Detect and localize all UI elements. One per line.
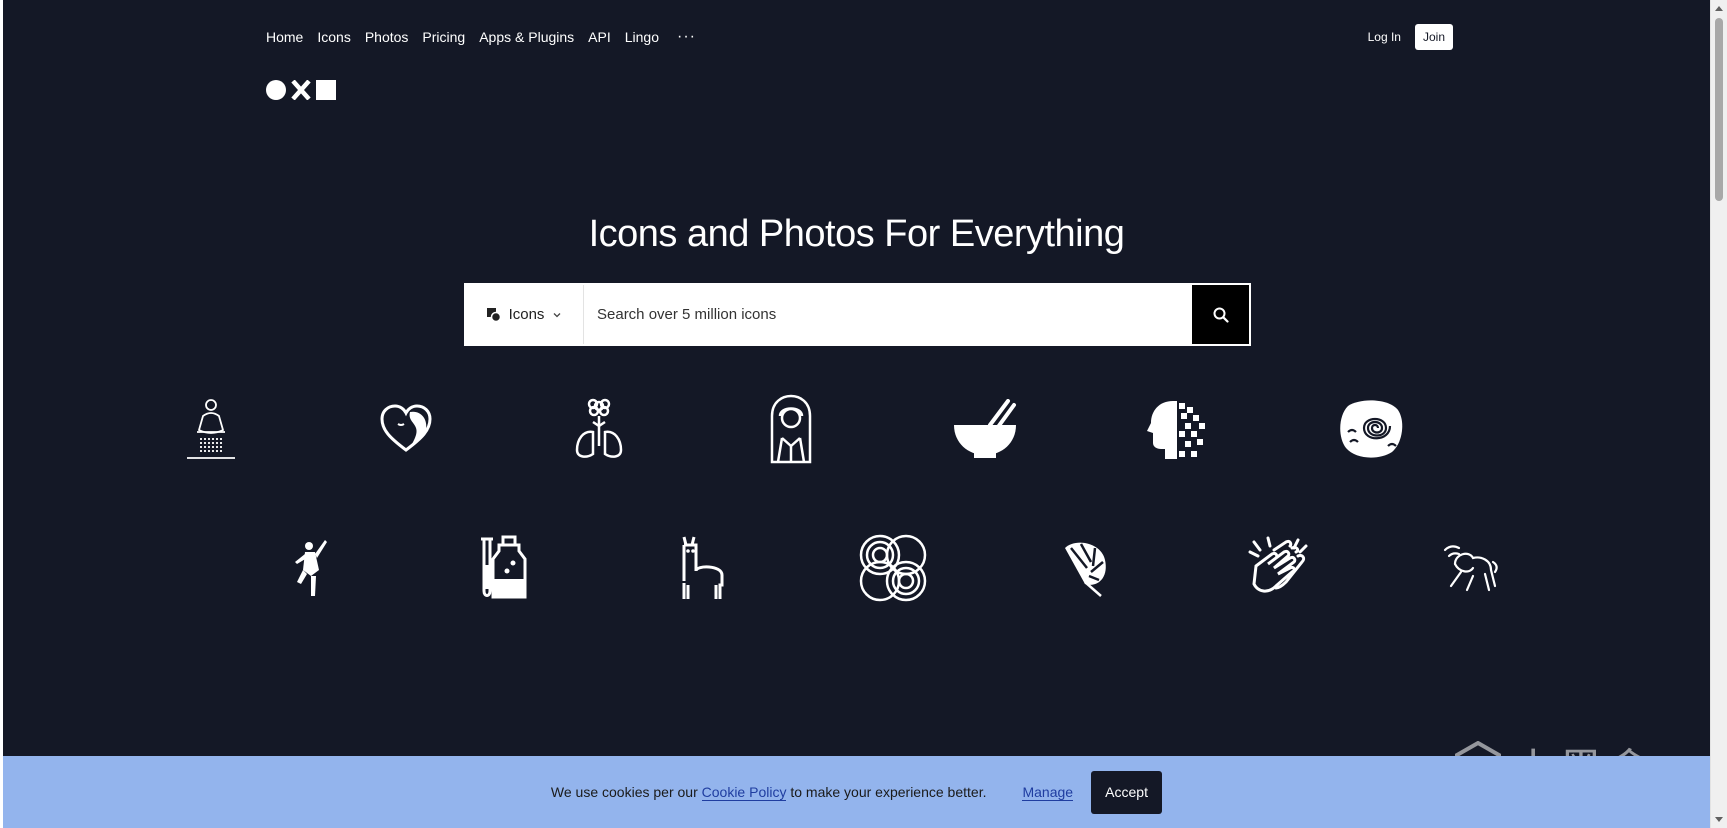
join-button[interactable]: Join xyxy=(1414,24,1453,50)
accept-cookies-button[interactable]: Accept xyxy=(1091,770,1163,814)
cross-icon xyxy=(291,80,311,100)
search-type-dropdown[interactable]: Icons xyxy=(466,285,584,344)
clapping-hands-icon[interactable] xyxy=(1241,530,1317,606)
scroll-down-icon[interactable] xyxy=(1715,817,1723,822)
nav-item-apps-plugins[interactable]: Apps & Plugins xyxy=(479,29,574,45)
page-viewport: Home Icons Photos Pricing Apps & Plugins… xyxy=(3,0,1710,828)
page-scrollbar[interactable] xyxy=(1710,0,1727,828)
search-bar: Icons xyxy=(464,283,1251,346)
cookie-message: We use cookies per our Cookie Policy to … xyxy=(550,784,987,801)
nav-item-icons[interactable]: Icons xyxy=(317,29,350,45)
meditation-statue-icon[interactable] xyxy=(173,391,249,467)
scroll-up-icon[interactable] xyxy=(1715,6,1723,11)
icons-type-icon xyxy=(486,307,501,322)
cookie-policy-link[interactable]: Cookie Policy xyxy=(701,784,787,801)
nav-item-photos[interactable]: Photos xyxy=(365,29,409,45)
search-button[interactable] xyxy=(1192,285,1249,344)
pixel-head-icon[interactable] xyxy=(1140,391,1216,467)
cookie-text-before: We use cookies per our xyxy=(550,784,702,800)
nav-item-pricing[interactable]: Pricing xyxy=(422,29,465,45)
manage-cookies-link[interactable]: Manage xyxy=(1022,784,1074,801)
nav-item-api[interactable]: API xyxy=(588,29,611,45)
spiral-pattern-icon[interactable] xyxy=(855,530,931,606)
logo[interactable] xyxy=(266,80,336,100)
cookie-banner: We use cookies per our Cookie Policy to … xyxy=(3,756,1710,828)
chevron-down-icon xyxy=(553,312,561,317)
main-nav: Home Icons Photos Pricing Apps & Plugins… xyxy=(266,29,696,46)
page-title: Icons and Photos For Everything xyxy=(588,213,1125,255)
square-icon xyxy=(316,80,336,100)
more-menu-icon[interactable]: ··· xyxy=(677,29,696,45)
search-input[interactable] xyxy=(584,285,1192,344)
shaking-dog-icon[interactable] xyxy=(1433,530,1509,606)
cookie-text-after: to make your experience better. xyxy=(786,784,987,800)
scrollbar-thumb[interactable] xyxy=(1715,18,1723,201)
nav-item-lingo[interactable]: Lingo xyxy=(625,29,659,45)
heart-face-icon[interactable] xyxy=(368,391,444,467)
woman-portrait-icon[interactable] xyxy=(753,391,829,467)
login-link[interactable]: Log In xyxy=(1368,30,1401,44)
monstera-leaf-icon[interactable] xyxy=(1048,530,1124,606)
bowl-chopsticks-icon[interactable] xyxy=(947,391,1023,467)
llama-icon[interactable] xyxy=(663,530,739,606)
auth-actions: Log In Join xyxy=(1368,24,1453,50)
dancer-icon[interactable] xyxy=(271,530,347,606)
circle-icon xyxy=(266,80,286,100)
search-type-label: Icons xyxy=(508,306,545,323)
lungs-flower-icon[interactable] xyxy=(561,391,637,467)
lab-bottles-icon[interactable] xyxy=(468,530,544,606)
nav-item-home[interactable]: Home xyxy=(266,29,303,45)
ammonite-fossil-icon[interactable] xyxy=(1333,391,1409,467)
search-icon xyxy=(1213,307,1229,323)
